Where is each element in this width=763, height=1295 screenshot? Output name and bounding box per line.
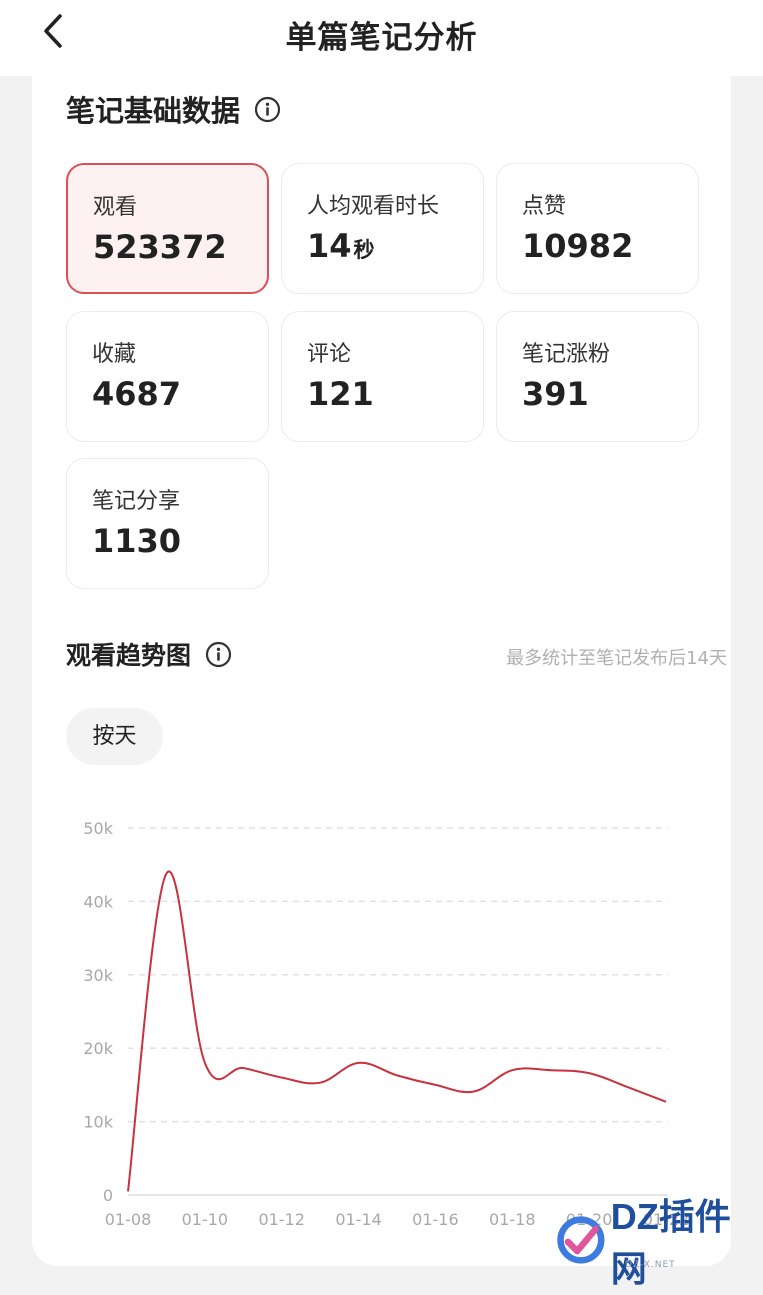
stat-label: 笔记涨粉	[522, 342, 611, 367]
x-tick-label: 01-14	[335, 1210, 382, 1229]
watermark-subtext: DZ-X.NET	[625, 1260, 676, 1270]
stat-label: 笔记分享	[92, 489, 181, 514]
data-point	[588, 1072, 590, 1074]
y-tick-label: 30k	[83, 966, 113, 985]
stat-unit: 秒	[353, 238, 375, 262]
stat-label: 评论	[307, 342, 352, 367]
stat-number: 391	[522, 375, 589, 413]
stat-label: 点赞	[522, 194, 567, 219]
range-by-day-button[interactable]: 按天	[66, 708, 163, 765]
x-tick-label: 01-16	[412, 1210, 459, 1229]
data-point	[319, 1082, 321, 1084]
stat-number: 121	[307, 375, 374, 413]
stat-card[interactable]: 点赞 10982	[496, 163, 699, 294]
data-point	[511, 1069, 513, 1071]
trend-heading: 观看趋势图	[66, 636, 232, 672]
page-title: 单篇笔记分析	[285, 20, 478, 56]
info-icon[interactable]	[205, 641, 232, 668]
x-tick-label: 01-18	[489, 1210, 536, 1229]
basic-data-heading: 笔记基础数据	[66, 88, 281, 130]
stat-number: 523372	[93, 228, 227, 266]
stat-value: 4687	[92, 375, 181, 413]
y-tick-label: 20k	[83, 1039, 113, 1058]
stat-card[interactable]: 评论 121	[281, 311, 484, 442]
watermark-logo-icon	[557, 1216, 605, 1264]
x-tick-label: 01-12	[258, 1210, 305, 1229]
watermark: DZ插件网 DZ-X.NET	[555, 1196, 755, 1289]
stat-value: 523372	[93, 228, 227, 266]
stat-value: 10982	[522, 227, 633, 265]
stat-value: 14秒	[307, 227, 375, 265]
y-tick-label: 10k	[83, 1113, 113, 1132]
data-point	[165, 873, 167, 875]
x-tick-label: 01-10	[182, 1210, 229, 1229]
trend-note: 最多统计至笔记发布后14天	[506, 648, 727, 669]
data-point	[281, 1077, 283, 1079]
stat-label: 观看	[93, 195, 138, 220]
stat-card[interactable]: 收藏 4687	[66, 311, 269, 442]
info-icon[interactable]	[254, 96, 281, 123]
stat-number: 1130	[92, 522, 182, 560]
data-point	[627, 1086, 629, 1088]
y-tick-label: 40k	[83, 892, 113, 911]
stat-number: 10982	[522, 227, 634, 265]
data-point	[396, 1074, 398, 1076]
views-trend-chart: 0 10k 20k 30k 40k 50k 01-08 01-10 01-12 01-14 01-1…	[83, 819, 689, 1229]
data-point	[127, 1190, 129, 1192]
stat-card[interactable]: 人均观看时长 14秒	[281, 163, 484, 294]
data-point	[550, 1069, 552, 1071]
top-bar: 单篇笔记分析	[0, 0, 763, 76]
stat-value: 391	[522, 375, 589, 413]
y-tick-label: 0	[103, 1186, 113, 1205]
stat-card[interactable]: 笔记涨粉 391	[496, 311, 699, 442]
views-series-line	[127, 870, 667, 1192]
basic-data-title: 笔记基础数据	[66, 94, 241, 128]
stat-label: 人均观看时长	[307, 194, 440, 219]
trend-title: 观看趋势图	[66, 641, 192, 670]
watermark-text: DZ插件网	[610, 1196, 731, 1289]
y-tick-label: 50k	[83, 819, 113, 838]
x-tick-label: 01-08	[105, 1210, 152, 1229]
data-point	[204, 1062, 206, 1064]
stat-number: 4687	[92, 375, 182, 413]
stat-label: 收藏	[92, 342, 137, 367]
stat-number: 14	[307, 227, 352, 265]
stat-card[interactable]: 观看 523372	[66, 163, 269, 294]
stat-value: 1130	[92, 522, 181, 560]
data-point	[358, 1062, 360, 1064]
data-point	[434, 1084, 436, 1086]
data-point	[473, 1091, 475, 1093]
data-point	[242, 1067, 244, 1069]
data-point	[665, 1101, 667, 1103]
stat-card[interactable]: 笔记分享 1130	[66, 458, 269, 589]
stat-value: 121	[307, 375, 374, 413]
